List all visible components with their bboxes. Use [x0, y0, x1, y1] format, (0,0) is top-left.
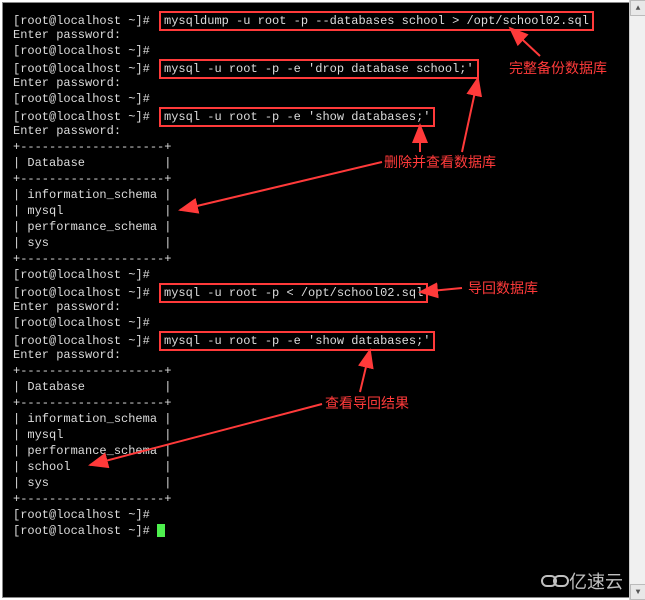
annotation-check-result: 查看导回结果: [325, 393, 409, 413]
terminal-line: | sys |: [13, 235, 627, 251]
shell-prompt: [root@localhost ~]#: [13, 14, 150, 28]
terminal-line: | Database |: [13, 379, 627, 395]
terminal-line: | mysql |: [13, 427, 627, 443]
terminal-line: | Database |: [13, 155, 627, 171]
terminal-line: [root@localhost ~]# mysql -u root -p -e …: [13, 107, 627, 123]
terminal-line: [root@localhost ~]#: [13, 91, 627, 107]
watermark-text: 亿速云: [569, 568, 623, 594]
cloud-logo-icon: [541, 575, 565, 587]
command-box-3: mysql -u root -p -e 'show databases;': [159, 107, 435, 127]
terminal-line: +--------------------+: [13, 491, 627, 507]
command-box-4: mysql -u root -p < /opt/school02.sql: [159, 283, 428, 303]
vertical-scrollbar[interactable]: ▲ ▼: [629, 0, 645, 600]
terminal-line: [root@localhost ~]#: [13, 523, 627, 539]
watermark: 亿速云: [541, 568, 623, 594]
annotation-drop-show: 删除并查看数据库: [384, 152, 496, 172]
annotation-import: 导回数据库: [468, 278, 538, 298]
terminal-line: | performance_schema |: [13, 219, 627, 235]
command-box-1: mysqldump -u root -p --databases school …: [159, 11, 594, 31]
terminal-line: [root@localhost ~]#: [13, 43, 627, 59]
scroll-up-button[interactable]: ▲: [630, 0, 645, 16]
terminal-line: +--------------------+: [13, 171, 627, 187]
command-box-2: mysql -u root -p -e 'drop database schoo…: [159, 59, 479, 79]
terminal-line: [root@localhost ~]#: [13, 315, 627, 331]
terminal-line: +--------------------+: [13, 251, 627, 267]
annotation-full-backup: 完整备份数据库: [509, 58, 607, 78]
terminal-line: | school |: [13, 459, 627, 475]
command-box-5: mysql -u root -p -e 'show databases;': [159, 331, 435, 351]
terminal-line: [root@localhost ~]# mysqldump -u root -p…: [13, 11, 627, 27]
terminal-line: | mysql |: [13, 203, 627, 219]
terminal-line: [root@localhost ~]#: [13, 507, 627, 523]
terminal-line: | information_schema |: [13, 411, 627, 427]
terminal-line: +--------------------+: [13, 363, 627, 379]
terminal-line: | performance_schema |: [13, 443, 627, 459]
terminal-line: | information_schema |: [13, 187, 627, 203]
terminal-line: | sys |: [13, 475, 627, 491]
terminal-line: +--------------------+: [13, 395, 627, 411]
terminal-window: [root@localhost ~]# mysqldump -u root -p…: [2, 2, 638, 598]
terminal-line: [root@localhost ~]# mysql -u root -p -e …: [13, 331, 627, 347]
scroll-down-button[interactable]: ▼: [630, 584, 645, 600]
cursor-icon: [157, 524, 165, 537]
terminal-line: +--------------------+: [13, 139, 627, 155]
